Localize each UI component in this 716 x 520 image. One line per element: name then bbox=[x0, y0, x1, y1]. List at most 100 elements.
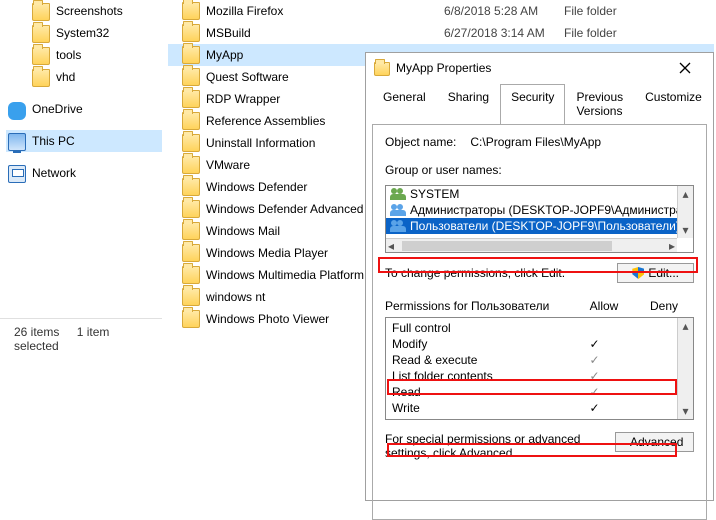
status-bar: 26 items 1 item selected bbox=[0, 318, 162, 359]
scroll-down-icon[interactable]: ▾ bbox=[678, 222, 693, 238]
users-icon bbox=[390, 188, 406, 200]
permission-label: Read bbox=[392, 385, 567, 399]
permission-row: List folder contents✓ bbox=[392, 368, 677, 384]
file-type: File folder bbox=[564, 26, 714, 40]
permission-row: Full control bbox=[392, 320, 677, 336]
permission-row: Modify✓ bbox=[392, 336, 677, 352]
folder-icon bbox=[182, 68, 200, 86]
net-icon bbox=[8, 165, 26, 183]
scroll-down-icon[interactable]: ▾ bbox=[678, 403, 693, 419]
folder-icon bbox=[32, 47, 50, 65]
file-name: Mozilla Firefox bbox=[206, 4, 444, 18]
folder-icon bbox=[182, 24, 200, 42]
properties-dialog: MyApp Properties GeneralSharingSecurityP… bbox=[365, 52, 714, 501]
folder-icon bbox=[182, 178, 200, 196]
folder-icon bbox=[182, 288, 200, 306]
scroll-thumb[interactable] bbox=[402, 241, 612, 251]
edit-hint: To change permissions, click Edit. bbox=[385, 266, 565, 280]
dialog-title: MyApp Properties bbox=[396, 61, 491, 75]
tree-item[interactable]: Network bbox=[6, 162, 162, 184]
users-icon bbox=[390, 204, 406, 216]
permission-label: List folder contents bbox=[392, 369, 567, 383]
permission-label: Full control bbox=[392, 321, 567, 335]
scroll-right-icon[interactable]: ▸ bbox=[669, 239, 675, 253]
folder-icon bbox=[182, 46, 200, 64]
tree-item-label: OneDrive bbox=[32, 102, 83, 116]
folder-icon bbox=[182, 134, 200, 152]
folder-icon bbox=[182, 156, 200, 174]
edit-button[interactable]: Edit... bbox=[617, 263, 694, 283]
permissions-for-label: Permissions for Пользователи bbox=[385, 299, 574, 313]
close-button[interactable] bbox=[665, 53, 705, 83]
scrollbar-horizontal[interactable]: ◂ ▸ bbox=[386, 238, 677, 252]
tree-item[interactable]: OneDrive bbox=[6, 98, 162, 120]
tab-previous-versions[interactable]: Previous Versions bbox=[565, 84, 634, 125]
allow-check-icon: ✓ bbox=[567, 353, 622, 367]
object-path: C:\Program Files\MyApp bbox=[470, 135, 601, 149]
allow-check-icon: ✓ bbox=[567, 401, 622, 415]
tree-item[interactable]: vhd bbox=[30, 66, 162, 88]
tree-item-label: System32 bbox=[56, 26, 109, 40]
folder-icon bbox=[182, 222, 200, 240]
scroll-up-icon[interactable]: ▴ bbox=[678, 318, 693, 334]
object-name-label: Object name: bbox=[385, 135, 456, 149]
folder-icon bbox=[182, 244, 200, 262]
permission-label: Write bbox=[392, 401, 567, 415]
close-icon bbox=[679, 62, 691, 74]
file-type: File folder bbox=[564, 4, 714, 18]
tree-item-label: Network bbox=[32, 166, 76, 180]
nav-tree: Screenshots System32 tools vhd OneDrive This… bbox=[0, 0, 162, 340]
file-row[interactable]: Mozilla Firefox6/8/2018 5:28 AMFile fold… bbox=[168, 0, 714, 22]
file-name: MSBuild bbox=[206, 26, 444, 40]
tab-sharing[interactable]: Sharing bbox=[437, 84, 500, 125]
permission-row: Read✓ bbox=[392, 384, 677, 400]
tree-item-label: This PC bbox=[32, 134, 75, 148]
tab-strip: GeneralSharingSecurityPrevious VersionsC… bbox=[366, 83, 713, 124]
tab-general[interactable]: General bbox=[372, 84, 437, 125]
scrollbar-vertical[interactable]: ▴ ▾ bbox=[677, 318, 693, 419]
users-icon bbox=[390, 220, 406, 232]
tree-item[interactable]: This PC bbox=[6, 130, 162, 152]
group-row[interactable]: Пользователи (DESKTOP-JOPF9\Пользователи… bbox=[386, 218, 677, 234]
group-list[interactable]: SYSTEMАдминистраторы (DESKTOP-JOPF9\Адми… bbox=[385, 185, 694, 253]
title-bar: MyApp Properties bbox=[366, 53, 713, 83]
tree-item[interactable]: System32 bbox=[30, 22, 162, 44]
shield-icon bbox=[632, 267, 644, 279]
group-row[interactable]: Администраторы (DESKTOP-JOPF9\Администра… bbox=[386, 202, 677, 218]
folder-icon bbox=[32, 3, 50, 21]
file-row[interactable]: MSBuild6/27/2018 3:14 AMFile folder bbox=[168, 22, 714, 44]
groups-label: Group or user names: bbox=[385, 163, 694, 177]
onedrive-icon bbox=[8, 102, 26, 120]
tab-body-security: Object name: C:\Program Files\MyApp Grou… bbox=[372, 124, 707, 520]
scroll-left-icon[interactable]: ◂ bbox=[388, 239, 394, 253]
folder-icon bbox=[32, 25, 50, 43]
pc-icon bbox=[8, 133, 26, 151]
file-date: 6/27/2018 3:14 AM bbox=[444, 26, 564, 40]
allow-check-icon: ✓ bbox=[567, 369, 622, 383]
tree-item-label: Screenshots bbox=[56, 4, 123, 18]
tree-item-label: vhd bbox=[56, 70, 75, 84]
permission-row: Read & execute✓ bbox=[392, 352, 677, 368]
folder-icon bbox=[374, 62, 390, 76]
group-name: Администраторы (DESKTOP-JOPF9\Администра… bbox=[410, 203, 677, 217]
scroll-up-icon[interactable]: ▴ bbox=[678, 186, 693, 202]
allow-header: Allow bbox=[574, 299, 634, 313]
deny-header: Deny bbox=[634, 299, 694, 313]
group-row[interactable]: SYSTEM bbox=[386, 186, 677, 202]
folder-icon bbox=[182, 310, 200, 328]
tree-item[interactable]: Screenshots bbox=[30, 0, 162, 22]
permission-label: Read & execute bbox=[392, 353, 567, 367]
permission-row: Write✓ bbox=[392, 400, 677, 416]
folder-icon bbox=[32, 69, 50, 87]
tab-customize[interactable]: Customize bbox=[634, 84, 713, 125]
status-count: 26 items bbox=[14, 325, 59, 339]
folder-icon bbox=[182, 266, 200, 284]
tab-security[interactable]: Security bbox=[500, 84, 565, 125]
group-name: Пользователи (DESKTOP-JOPF9\Пользователи… bbox=[410, 219, 677, 233]
scrollbar-vertical[interactable]: ▴ ▾ bbox=[677, 186, 693, 238]
advanced-button[interactable]: Advanced bbox=[615, 432, 694, 452]
tree-item[interactable]: tools bbox=[30, 44, 162, 66]
permission-label: Modify bbox=[392, 337, 567, 351]
permissions-list: Full controlModify✓Read & execute✓List f… bbox=[385, 317, 694, 420]
advanced-hint: For special permissions or advanced sett… bbox=[385, 432, 605, 460]
